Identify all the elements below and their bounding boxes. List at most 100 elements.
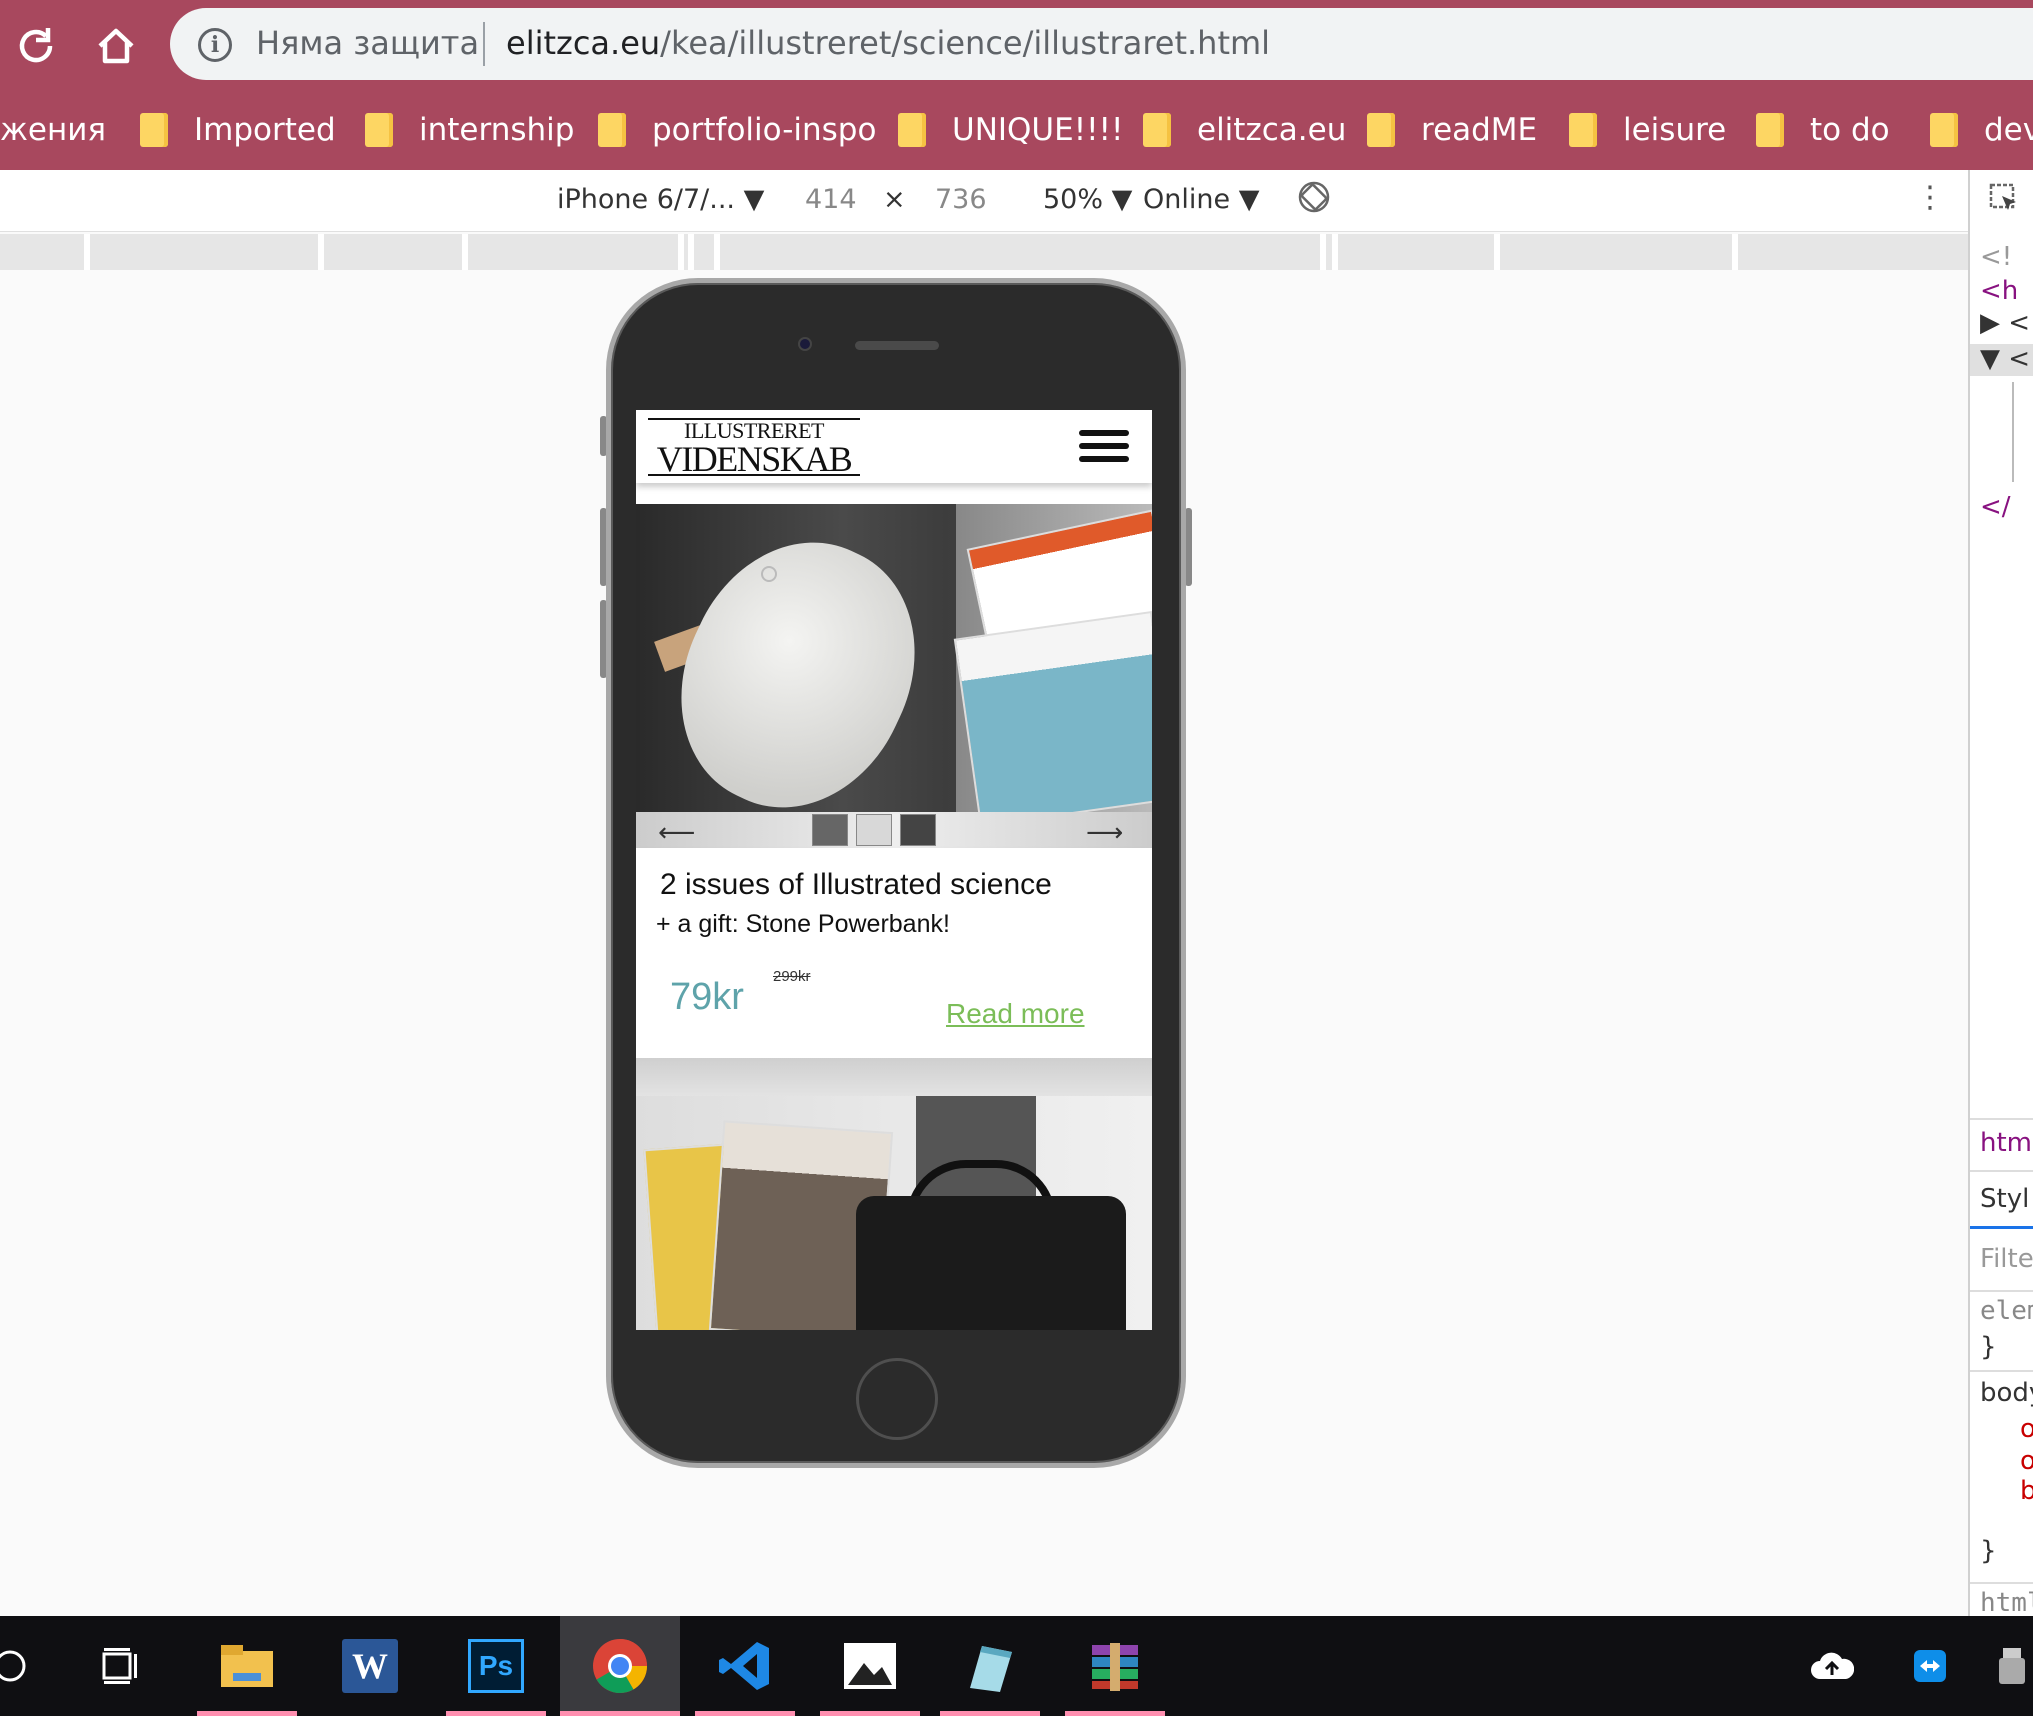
chevron-down-icon: ▼ bbox=[1238, 184, 1260, 215]
style-rule: o bbox=[2020, 1414, 2033, 1444]
slide-thumbnail[interactable] bbox=[856, 814, 892, 846]
teamviewer-icon[interactable] bbox=[1900, 1616, 1960, 1716]
style-rule: b bbox=[2020, 1476, 2033, 1506]
previous-arrow-icon[interactable]: ⟵ bbox=[658, 818, 695, 848]
rotate-icon[interactable] bbox=[1297, 180, 1331, 221]
network-label: Online bbox=[1143, 184, 1231, 215]
offer-price: 79kr bbox=[670, 976, 744, 1018]
security-label: Няма защита bbox=[256, 24, 480, 62]
second-offer-image bbox=[636, 1096, 1152, 1330]
style-rule: body bbox=[1980, 1378, 2033, 1408]
style-rule: } bbox=[1980, 1332, 1997, 1362]
style-rule: html bbox=[1980, 1588, 2033, 1616]
folder-icon bbox=[140, 113, 168, 147]
tab-styles[interactable]: Styl bbox=[1980, 1184, 2029, 1214]
notepad-icon[interactable] bbox=[940, 1616, 1040, 1716]
elements-line[interactable]: ▼ < bbox=[1980, 344, 2030, 374]
reload-icon[interactable] bbox=[12, 22, 60, 70]
bookmark-label: leisure bbox=[1623, 112, 1727, 148]
phone-home-button[interactable] bbox=[856, 1358, 938, 1440]
folder-icon bbox=[898, 113, 926, 147]
style-rule: elem bbox=[1980, 1296, 2033, 1326]
phone-power-button bbox=[1185, 508, 1192, 586]
running-indicator bbox=[560, 1711, 680, 1716]
more-options-icon[interactable]: ⋮ bbox=[1915, 180, 1945, 215]
bookmark-label: internship bbox=[419, 112, 575, 148]
bookmark-label: elitzca.eu bbox=[1197, 112, 1347, 148]
offer-subtitle: + a gift: Stone Powerbank! bbox=[656, 910, 950, 938]
next-arrow-icon[interactable]: ⟶ bbox=[1086, 818, 1123, 848]
usb-device-icon[interactable] bbox=[1982, 1616, 2033, 1716]
photos-icon[interactable] bbox=[820, 1616, 920, 1716]
bookmark-item[interactable]: UNIQUE!!!! bbox=[898, 106, 1123, 154]
devtools-panel: <! <h ▶ < ▼ < </ htm Styl Filte elem } b… bbox=[1968, 170, 2033, 1616]
word-logo: W bbox=[342, 1639, 398, 1693]
bookmark-item[interactable]: dev bbox=[1930, 106, 2033, 154]
network-select[interactable]: Online ▼ bbox=[1143, 184, 1259, 215]
phone-camera bbox=[798, 337, 812, 351]
url-text[interactable]: elitzca.eu/kea/illustreret/science/illus… bbox=[506, 24, 1270, 62]
bookmark-item[interactable]: жения bbox=[0, 106, 106, 154]
cortana-icon[interactable] bbox=[0, 1616, 60, 1716]
elements-line: <h bbox=[1980, 276, 2019, 306]
bookmark-item[interactable]: portfolio-inspo bbox=[598, 106, 876, 154]
slide-thumbnail[interactable] bbox=[900, 814, 936, 846]
width-input[interactable]: 414 bbox=[805, 184, 857, 215]
chevron-down-icon: ▼ bbox=[743, 184, 765, 215]
elements-line: <! bbox=[1980, 242, 2013, 272]
bookmark-item[interactable]: internship bbox=[365, 106, 574, 154]
running-indicator bbox=[197, 1711, 297, 1716]
styles-filter-input[interactable]: Filte bbox=[1980, 1244, 2033, 1274]
folder-icon bbox=[1569, 113, 1597, 147]
read-more-link[interactable]: Read more bbox=[946, 998, 1085, 1030]
address-separator bbox=[483, 22, 485, 66]
site-logo[interactable]: ILLUSTRERET VIDENSKAB bbox=[648, 418, 860, 479]
elements-line[interactable]: ▶ < bbox=[1980, 308, 2030, 338]
bookmark-item[interactable]: leisure bbox=[1569, 106, 1726, 154]
dom-breadcrumb[interactable]: htm bbox=[1980, 1128, 2032, 1158]
photoshop-logo: Ps bbox=[468, 1639, 524, 1693]
hamburger-menu-icon[interactable] bbox=[1079, 430, 1129, 466]
folder-icon bbox=[1930, 113, 1958, 147]
offer-title: 2 issues of Illustrated science bbox=[660, 868, 1052, 901]
media-query-ruler bbox=[0, 234, 1974, 270]
device-select[interactable]: iPhone 6/7/... ▼ bbox=[557, 184, 764, 215]
logo-line-2: VIDENSKAB bbox=[656, 439, 853, 479]
device-toolbar: iPhone 6/7/... ▼ 414 × 736 50% ▼ Online … bbox=[0, 170, 1968, 232]
slide-thumbnail[interactable] bbox=[812, 814, 848, 846]
emulated-viewport: ILLUSTRERET VIDENSKAB ⟵ ⟶ 2 issues of Il… bbox=[636, 410, 1152, 1330]
device-select-label: iPhone 6/7/... bbox=[557, 184, 736, 215]
chevron-down-icon: ▼ bbox=[1111, 184, 1133, 215]
height-input[interactable]: 736 bbox=[935, 184, 987, 215]
vscode-icon[interactable] bbox=[695, 1616, 795, 1716]
info-icon[interactable]: i bbox=[198, 28, 232, 62]
file-explorer-icon[interactable] bbox=[197, 1616, 297, 1716]
home-icon[interactable] bbox=[92, 22, 140, 70]
photoshop-icon[interactable]: Ps bbox=[446, 1616, 546, 1716]
running-indicator bbox=[695, 1711, 795, 1716]
address-bar[interactable]: i Няма защита elitzca.eu/kea/illustreret… bbox=[170, 8, 2033, 80]
winrar-icon[interactable] bbox=[1065, 1616, 1165, 1716]
times-sign: × bbox=[883, 184, 906, 215]
folder-icon bbox=[598, 113, 626, 147]
bookmark-item[interactable]: elitzca.eu bbox=[1143, 106, 1346, 154]
style-rule: } bbox=[1980, 1536, 1997, 1566]
old-price: 299kr bbox=[773, 968, 811, 985]
url-host: elitzca.eu bbox=[506, 24, 661, 62]
folder-icon bbox=[365, 113, 393, 147]
running-indicator bbox=[820, 1711, 920, 1716]
browser-toolbar: i Няма защита elitzca.eu/kea/illustreret… bbox=[0, 0, 2033, 92]
task-view-icon[interactable] bbox=[70, 1616, 170, 1716]
chrome-icon[interactable] bbox=[560, 1616, 680, 1716]
bookmark-item[interactable]: Imported bbox=[140, 106, 336, 154]
word-icon[interactable]: W bbox=[320, 1616, 420, 1716]
bookmark-item[interactable]: to do bbox=[1756, 106, 1890, 154]
bookmark-label: Imported bbox=[194, 112, 336, 148]
folder-icon bbox=[1367, 113, 1395, 147]
zoom-select[interactable]: 50% ▼ bbox=[1043, 184, 1132, 215]
inspect-element-icon[interactable] bbox=[1988, 182, 2022, 220]
onedrive-cloud-icon[interactable] bbox=[1802, 1616, 1862, 1716]
folder-icon bbox=[1756, 113, 1784, 147]
bookmark-item[interactable]: readME bbox=[1367, 106, 1537, 154]
zoom-label: 50% bbox=[1043, 184, 1104, 215]
